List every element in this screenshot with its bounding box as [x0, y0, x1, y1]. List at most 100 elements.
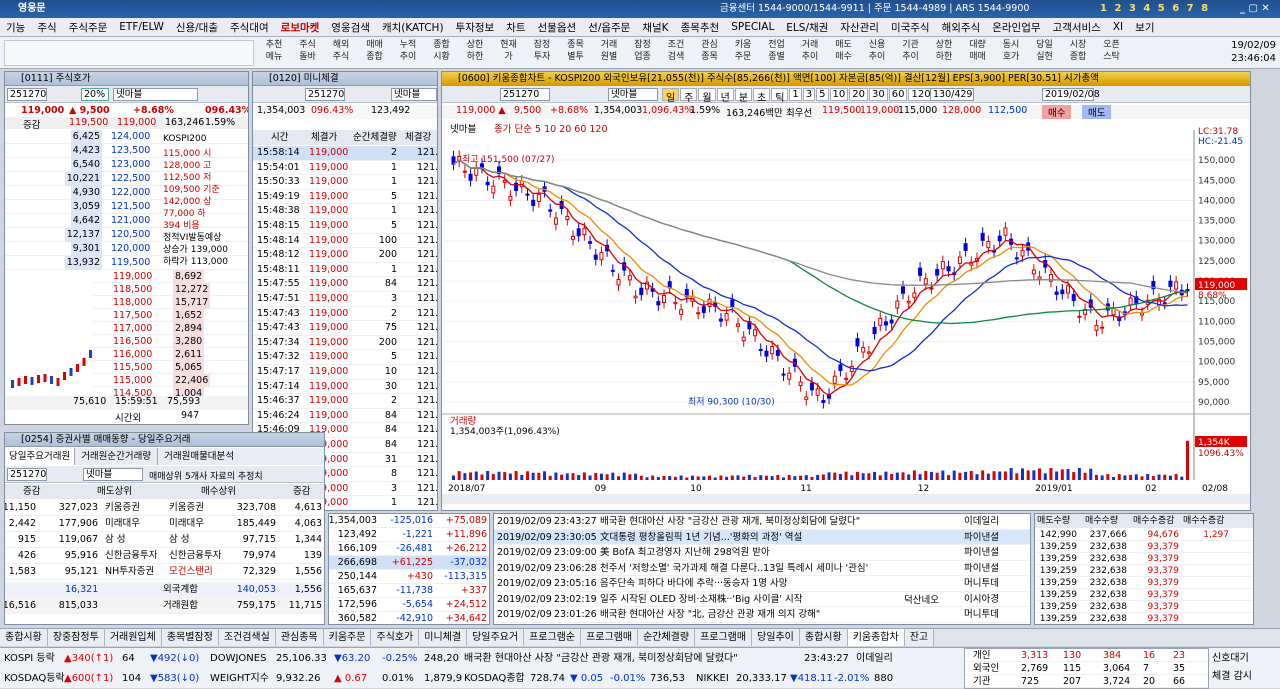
- program-row[interactable]: 123,492 -1,221 +11,896: [329, 528, 489, 542]
- tick-row[interactable]: 15:47:17 119,000 10 121.: [253, 365, 437, 380]
- tick-row[interactable]: 15:48:11 119,000 1 121.: [253, 263, 437, 278]
- taskbar-item[interactable]: 당일주요거: [467, 629, 525, 646]
- tick-row[interactable]: 15:49:19 119,000 5 121.: [253, 190, 437, 205]
- toolbar-button[interactable]: 신용 추이: [861, 39, 893, 63]
- bid-row[interactable]: 117,500 1,652: [93, 309, 248, 322]
- taskbar-item[interactable]: 종합시황: [799, 629, 848, 646]
- program-row[interactable]: 166,109 -26,481 +26,212: [329, 542, 489, 556]
- bid-row[interactable]: 118,000 15,717: [93, 296, 248, 309]
- menu-item[interactable]: 선/옵주문: [582, 20, 636, 35]
- news-row[interactable]: 2019/02/09 23:01:26 배국환 현대아산 사장 "北, 금강산 관광…: [494, 607, 1030, 623]
- tick-row[interactable]: 15:46:24 119,000 84 121.: [253, 409, 437, 424]
- news-row[interactable]: 2019/02/09 23:30:05 文대통령 평창올림픽 1년 기념...'평화…: [494, 529, 1030, 545]
- bid-row[interactable]: 115,500 5,065: [93, 361, 248, 374]
- buy-button[interactable]: 매수: [1042, 105, 1072, 119]
- order-book-title[interactable]: [0111] 주식호가: [5, 72, 248, 86]
- program-row[interactable]: 172,596 -5,654 +24,512: [329, 598, 489, 612]
- program-row[interactable]: 266,698 +61,225 -37,032: [329, 556, 489, 570]
- toolbar-button[interactable]: 상한 하한: [459, 39, 491, 63]
- tick-row[interactable]: 15:54:01 119,000 1 121.: [253, 161, 437, 176]
- quick-icon-strip[interactable]: [4, 40, 254, 66]
- menu-item[interactable]: 보기: [1129, 20, 1160, 35]
- toolbar-button[interactable]: 잠정 투자: [526, 39, 558, 63]
- summary-row[interactable]: 142,990 237,666 94,676 1,297: [1035, 529, 1253, 541]
- tick-stock-name[interactable]: 넷마블: [391, 88, 437, 101]
- menu-item[interactable]: 영웅검색: [325, 20, 376, 35]
- toolbar-button[interactable]: 누적 추이: [392, 39, 424, 63]
- tab-volume-profile[interactable]: 거래원매물대분석: [158, 448, 240, 465]
- stock-name[interactable]: 넷마블: [113, 88, 198, 101]
- taskbar-item[interactable]: 미니체결: [419, 629, 468, 646]
- signal-wait[interactable]: 신호대기: [1212, 650, 1252, 668]
- menu-item[interactable]: 선물옵션: [532, 20, 583, 35]
- menu-item[interactable]: 차트: [500, 20, 531, 35]
- menu-item[interactable]: 고객서비스: [1047, 20, 1107, 35]
- interval-button[interactable]: 1: [789, 88, 802, 101]
- bid-row[interactable]: 116,500 3,280: [93, 335, 248, 348]
- broker-title[interactable]: [0254] 증권사별 매매동향 - 당일주요거래: [5, 433, 324, 447]
- chart-code-input[interactable]: 251270: [500, 88, 550, 101]
- toolbar-button[interactable]: 동시 호가: [995, 39, 1027, 63]
- tick-row[interactable]: 15:46:37 119,000 2 121.: [253, 394, 437, 409]
- taskbar-item[interactable]: 프로그램매: [581, 629, 639, 646]
- tick-row[interactable]: 15:47:14 119,000 30 121.: [253, 380, 437, 395]
- summary-row[interactable]: 139,259 232,638 93,379: [1035, 577, 1253, 589]
- price-chart[interactable]: 150,000 145,000 140,000 135,000 130,000 125,0…: [442, 120, 1250, 510]
- toolbar-button[interactable]: 시장 종합: [1062, 39, 1094, 63]
- window-controls[interactable]: _ ▢ ✕: [1240, 0, 1270, 18]
- news-row[interactable]: 2019/02/09 23:43:27 배국환 현대아산 사장 "금강산 관광 재개…: [494, 514, 1030, 530]
- period-button[interactable]: 분: [734, 88, 753, 104]
- toolbar-button[interactable]: 조건 검색: [660, 39, 692, 63]
- broker-row[interactable]: 11,150 327,023 키움증권 키움증권 323,708 4,613: [5, 500, 324, 516]
- bid-row[interactable]: 119,000 8,692: [93, 270, 248, 283]
- toolbar-button[interactable]: 매도 매수: [828, 39, 860, 63]
- period-button[interactable]: 틱: [771, 88, 789, 104]
- menu-item[interactable]: 온라인업무: [986, 20, 1046, 35]
- period-button[interactable]: 초: [753, 88, 771, 104]
- news-row[interactable]: 2019/02/09 23:06:28 천주서 '저항소멸' 국가과제 해결 다룬다…: [494, 561, 1030, 576]
- menu-item[interactable]: 기능: [0, 20, 31, 35]
- tick-row[interactable]: 15:58:14 119,000 2 121.: [253, 146, 437, 161]
- taskbar-item[interactable]: 종목별잠정: [161, 629, 219, 646]
- page-numbers[interactable]: 1 2 3 4 5 6 7 8: [1100, 0, 1210, 18]
- program-row[interactable]: 1,354,003 -125,016 +75,089: [329, 514, 489, 528]
- period-button[interactable]: 주: [680, 88, 698, 104]
- chart-title[interactable]: [0600] 키움종합차트 - KOSPI200 외국인보유[21,055(천)…: [442, 72, 1250, 86]
- interval-button[interactable]: 60: [888, 88, 908, 101]
- toolbar-button[interactable]: 대량 매매: [962, 39, 994, 63]
- broker-row[interactable]: 426 95,916 신한금융투자 신한금융투자 79,974 139: [5, 548, 324, 564]
- summary-row[interactable]: 139,259 232,638 93,379: [1035, 601, 1253, 613]
- taskbar-item[interactable]: 관심종목: [275, 629, 324, 646]
- toolbar-button[interactable]: 종합 시황: [426, 39, 458, 63]
- menu-item[interactable]: 주식주문: [63, 20, 114, 35]
- program-row[interactable]: 250,144 +430 -113,315: [329, 570, 489, 584]
- taskbar-item[interactable]: 장중잠정투: [47, 629, 105, 646]
- tick-row[interactable]: 15:47:32 119,000 5 121.: [253, 350, 437, 365]
- broker-code-input[interactable]: 251270: [7, 468, 47, 481]
- interval-button[interactable]: 10: [829, 88, 849, 101]
- taskbar-item[interactable]: 조건검색실: [218, 629, 276, 646]
- toolbar-button[interactable]: 주식 돌바: [292, 39, 324, 63]
- stock-code-input[interactable]: 251270: [7, 88, 47, 101]
- summary-row[interactable]: 139,259 232,638 93,379: [1035, 613, 1253, 624]
- sell-button[interactable]: 매도: [1082, 105, 1112, 119]
- interval-button[interactable]: 3: [802, 88, 816, 101]
- summary-row[interactable]: 139,259 232,638 93,379: [1035, 541, 1253, 553]
- taskbar-item[interactable]: 프로그램매: [695, 629, 753, 646]
- tick-row[interactable]: 15:48:38 119,000 1 121.: [253, 204, 437, 219]
- toolbar-button[interactable]: 오픈 스탁: [1096, 39, 1128, 63]
- news-row[interactable]: 2019/02/09 23:09:00 美 BofA 최고경영자 지난해 298억원…: [494, 545, 1030, 561]
- program-row[interactable]: 360,582 -42,910 +34,642: [329, 612, 489, 624]
- mini-tick-title[interactable]: [0120] 미니체결: [253, 72, 437, 86]
- taskbar-item[interactable]: 잔고: [904, 629, 935, 646]
- menu-item[interactable]: 캐치(KATCH): [376, 20, 450, 35]
- bid-row[interactable]: 118,500 12,272: [93, 283, 248, 296]
- tick-row[interactable]: 15:50:33 119,000 1 121.: [253, 175, 437, 190]
- toolbar-button[interactable]: 기관 추이: [895, 39, 927, 63]
- menu-item[interactable]: 로보마켓: [275, 20, 326, 35]
- taskbar-item[interactable]: 키움주문: [323, 629, 372, 646]
- bid-row[interactable]: 116,000 2,611: [93, 348, 248, 361]
- bid-row[interactable]: 117,000 2,894: [93, 322, 248, 335]
- period-button[interactable]: 일: [662, 88, 680, 104]
- tab-instant-vol[interactable]: 거래원순간거래량: [75, 448, 159, 465]
